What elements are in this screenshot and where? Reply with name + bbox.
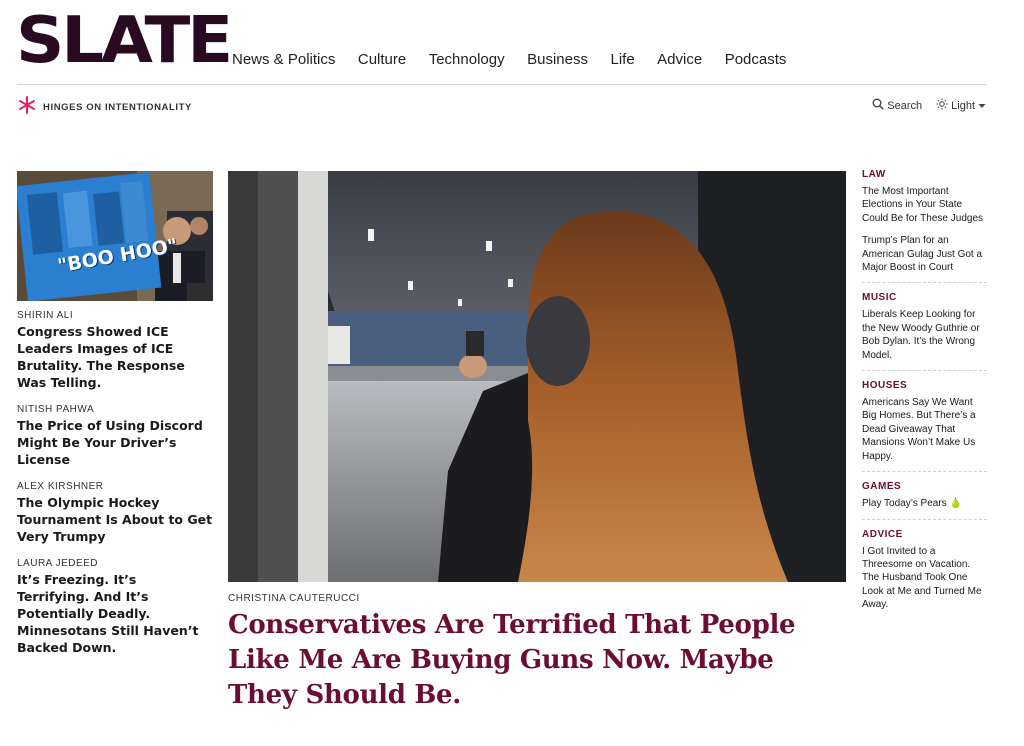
section-link[interactable]: Play Today’s Pears 🍐 xyxy=(862,497,987,510)
section-category[interactable]: HOUSES xyxy=(862,380,987,391)
section-law: LAW The Most Important Elections in Your… xyxy=(862,169,987,284)
nav-podcasts[interactable]: Podcasts xyxy=(725,51,787,68)
slate-logo[interactable]: SLATE xyxy=(16,6,233,76)
section-category[interactable]: ADVICE xyxy=(862,529,987,540)
section-link[interactable]: I Got Invited to a Threesome on Vacation… xyxy=(862,545,987,612)
right-rail: LAW The Most Important Elections in Your… xyxy=(862,169,987,629)
search-label: Search xyxy=(887,99,923,112)
nav-business[interactable]: Business xyxy=(527,51,588,68)
nav-technology[interactable]: Technology xyxy=(429,51,505,68)
nav-life[interactable]: Life xyxy=(610,51,634,68)
hero-image[interactable] xyxy=(228,171,846,582)
hero-byline: CHRISTINA CAUTERUCCI xyxy=(228,593,360,604)
header-divider xyxy=(17,84,987,85)
left-story[interactable]: LAURA JEDEED It’s Freezing. It’s Terrify… xyxy=(17,558,213,656)
section-link[interactable]: The Most Important Elections in Your Sta… xyxy=(862,185,987,225)
left-story[interactable]: SHIRIN ALI Congress Showed ICE Leaders I… xyxy=(17,310,213,391)
section-link[interactable]: Trump’s Plan for an American Gulag Just … xyxy=(862,234,987,274)
section-advice: ADVICE I Got Invited to a Threesome on V… xyxy=(862,529,987,620)
left-story[interactable]: NITISH PAHWA The Price of Using Discord … xyxy=(17,404,213,468)
hearing-thumbnail-image[interactable]: "BOO HOO" xyxy=(17,171,213,301)
sun-icon xyxy=(936,98,948,113)
section-music: MUSIC Liberals Keep Looking for the New … xyxy=(862,292,987,372)
section-category[interactable]: LAW xyxy=(862,169,987,180)
section-link[interactable]: Liberals Keep Looking for the New Woody … xyxy=(862,308,987,362)
section-games: GAMES Play Today’s Pears 🍐 xyxy=(862,481,987,520)
main-nav: News & Politics Culture Technology Busin… xyxy=(232,51,809,68)
hero-headline[interactable]: Conservatives Are Terrified That People … xyxy=(228,608,848,713)
section-category[interactable]: MUSIC xyxy=(862,292,987,303)
asterisk-icon xyxy=(17,95,37,120)
search-button[interactable]: Search xyxy=(872,98,922,113)
story-headline[interactable]: The Olympic Hockey Tournament Is About t… xyxy=(17,494,213,545)
section-category[interactable]: GAMES xyxy=(862,481,987,492)
story-byline: SHIRIN ALI xyxy=(17,310,74,321)
chevron-down-icon xyxy=(978,100,986,112)
tagline-text: HINGES ON INTENTIONALITY xyxy=(43,102,192,113)
story-byline: ALEX KIRSHNER xyxy=(17,481,104,492)
theme-toggle[interactable]: Light xyxy=(936,98,986,113)
nav-culture[interactable]: Culture xyxy=(358,51,406,68)
story-byline: LAURA JEDEED xyxy=(17,558,99,569)
story-byline: NITISH PAHWA xyxy=(17,404,95,415)
nav-advice[interactable]: Advice xyxy=(657,51,702,68)
story-headline[interactable]: It’s Freezing. It’s Terrifying. And It’s… xyxy=(17,571,213,656)
left-story-column: "BOO HOO" SHIRIN ALI Congress Showed ICE… xyxy=(17,171,213,656)
tagline[interactable]: HINGES ON INTENTIONALITY xyxy=(17,95,192,120)
story-headline[interactable]: The Price of Using Discord Might Be Your… xyxy=(17,417,213,468)
search-icon xyxy=(872,98,885,113)
theme-label: Light xyxy=(951,99,975,112)
section-houses: HOUSES Americans Say We Want Big Homes. … xyxy=(862,380,987,473)
section-link[interactable]: Americans Say We Want Big Homes. But The… xyxy=(862,396,987,463)
left-story[interactable]: ALEX KIRSHNER The Olympic Hockey Tournam… xyxy=(17,481,213,545)
utility-bar: Search Light xyxy=(872,98,986,113)
story-headline[interactable]: Congress Showed ICE Leaders Images of IC… xyxy=(17,323,213,391)
nav-news-politics[interactable]: News & Politics xyxy=(232,51,335,68)
